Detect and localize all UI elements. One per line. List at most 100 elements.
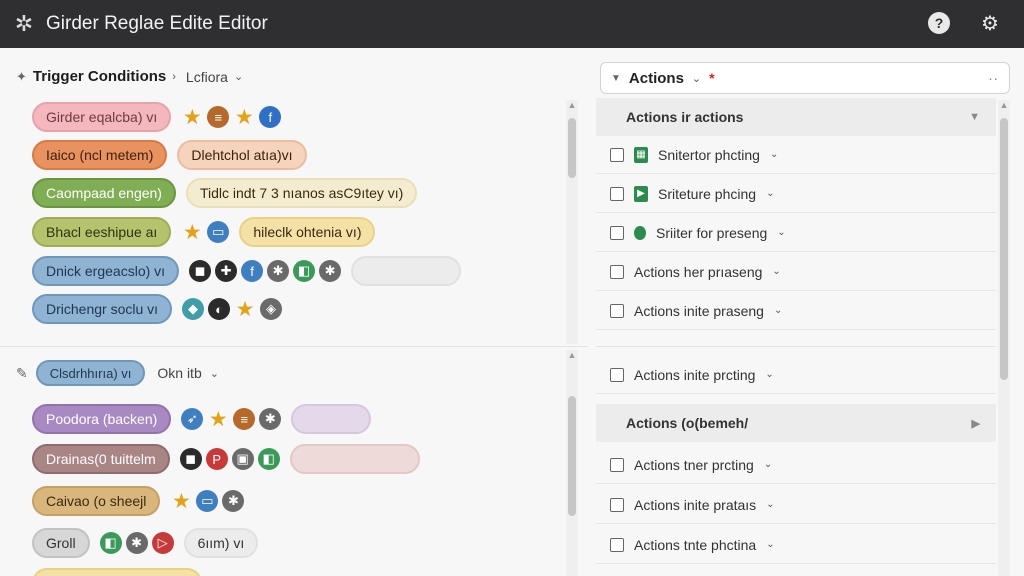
- checkbox[interactable]: [610, 457, 624, 472]
- scroll-up-icon[interactable]: ▲: [998, 100, 1010, 110]
- trigger-row: Groll ◧ ✱ ▷ 6ıım) vı: [32, 528, 259, 558]
- trigger-pill[interactable]: Groll: [32, 528, 90, 558]
- trigger-pill[interactable]: Girder eqalcba) vı: [32, 102, 172, 132]
- chevron-right-icon[interactable]: ▶: [972, 417, 980, 430]
- checkbox[interactable]: [610, 537, 624, 552]
- trigger-row: Dnick ergeacslo) vı ◼ ✚ f ✱ ◧ ✱: [32, 256, 462, 286]
- action-row[interactable]: Sriiter for preseng ⌄: [596, 214, 996, 252]
- chevron-down-icon[interactable]: ⌄: [764, 459, 772, 470]
- trigger-pill[interactable]: Caivao (o sheejl: [32, 486, 161, 516]
- green-app-icon: ◧: [257, 448, 280, 470]
- action-row[interactable]: Actions inite prcting ⌄: [596, 356, 996, 394]
- section2-scrollbar[interactable]: ▲: [566, 350, 578, 576]
- message-icon: ▭: [207, 221, 230, 243]
- chevron-down-icon[interactable]: ⌄: [765, 369, 773, 380]
- actions-header[interactable]: ▼ Actions ⌄ * ··: [600, 62, 1010, 94]
- actions-title: Actions: [628, 69, 684, 87]
- more-icon[interactable]: ··: [988, 71, 999, 86]
- pencil-icon[interactable]: ✎: [16, 365, 28, 382]
- collapse-icon[interactable]: ▼: [611, 73, 621, 84]
- scroll-thumb[interactable]: [568, 396, 576, 516]
- gray-app-icon: ▣: [231, 448, 254, 470]
- actions-group-header[interactable]: Actions (o(bemeh/ ▶: [596, 404, 996, 442]
- trigger-pill[interactable]: Caompaad engen): [32, 178, 176, 208]
- checkbox[interactable]: [610, 186, 624, 201]
- checkbox[interactable]: [610, 303, 624, 318]
- action-label: Actions inite praseng: [634, 302, 764, 319]
- action-row[interactable]: Actions her prıaseng ⌄: [596, 253, 996, 291]
- checkbox[interactable]: [610, 147, 624, 162]
- trigger-pill[interactable]: Drainas(0 tuittelm: [32, 444, 170, 474]
- app-logo-icon: ✲: [14, 11, 34, 36]
- section2-header: ✎ Clsdrhhırıa) vı Okn itb ⌄: [16, 360, 219, 386]
- chevron-down-icon[interactable]: ⌄: [766, 188, 774, 199]
- checkbox[interactable]: [610, 367, 624, 382]
- trigger-row: Bhacl eeshipue aı ★ ▭ hileclk ohtenia vı…: [32, 217, 376, 247]
- trigger-row: Girder eqalcba) vı ★ ≡ ★ f: [32, 102, 282, 132]
- trigger-row: Drichengr soclu vı ◆ ◐ ★ ◈: [32, 294, 283, 324]
- action-label: Actions inite prcting: [634, 366, 756, 383]
- moon-icon: ◐: [208, 298, 231, 320]
- trigger-pill[interactable]: Bhacl eeshipue aı: [32, 217, 172, 247]
- gear-icon[interactable]: ⚙: [978, 12, 1002, 36]
- green-app-icon: ◧: [99, 532, 122, 554]
- chevron-down-icon[interactable]: ⌄: [774, 305, 782, 316]
- trigger-tag[interactable]: Dlehtchol atıa)vı: [177, 140, 307, 170]
- chevron-down-icon[interactable]: ▼: [969, 111, 980, 123]
- action-label: Actions tner prcting: [634, 456, 754, 473]
- trigger-pill[interactable]: Drichengr soclu vı: [32, 294, 173, 324]
- action-row[interactable]: Actions tner prcting ⌄: [596, 446, 996, 484]
- trigger-row: Poodora (backen) ➶ ★ ≡ ✱: [32, 404, 372, 434]
- trigger-scrollbar[interactable]: ▲: [566, 100, 578, 344]
- action-label: Actions inite prataıs: [634, 496, 757, 513]
- window-title: Girder Reglae Edite Editor: [46, 13, 268, 34]
- scroll-thumb[interactable]: [568, 118, 576, 178]
- scroll-up-icon[interactable]: ▲: [566, 100, 578, 110]
- burger-icon: ≡: [233, 408, 256, 430]
- facebook-icon: f: [259, 106, 282, 128]
- chevron-down-icon[interactable]: ⌄: [777, 227, 785, 238]
- help-icon[interactable]: ?: [928, 12, 952, 36]
- action-row[interactable]: ▶ Sriteture phcing ⌄: [596, 175, 996, 213]
- chevron-down-icon[interactable]: ⌄: [210, 367, 219, 380]
- trigger-tag[interactable]: 6ıım) vı: [183, 528, 259, 558]
- chevron-down-icon[interactable]: ⌄: [234, 70, 243, 83]
- scroll-thumb[interactable]: [1000, 118, 1008, 380]
- star-icon: ★: [235, 297, 255, 321]
- star-icon: ★: [208, 407, 228, 431]
- trigger-header: ✦ Trigger Conditions › Lcfiora ⌄: [16, 68, 243, 85]
- actions-group-header[interactable]: Actions ir actions ▼: [596, 98, 996, 136]
- star-icon: ★: [171, 489, 191, 513]
- chevron-down-icon[interactable]: ⌄: [692, 72, 701, 85]
- bird-icon: ➶: [181, 408, 204, 430]
- title-bar: ✲ Girder Reglae Edite Editor ? ⚙: [0, 0, 1024, 48]
- action-row[interactable]: ▦ Snitertor phcting ⌄: [596, 136, 996, 174]
- trigger-panel: ✦ Trigger Conditions › Lcfiora ⌄ Girder …: [0, 48, 588, 576]
- actions-scrollbar[interactable]: ▲: [998, 100, 1010, 576]
- chevron-down-icon[interactable]: ⌄: [772, 266, 780, 277]
- action-row[interactable]: Actions tnte phctina ⌄: [596, 526, 996, 564]
- section2-pill[interactable]: Clsdrhhırıa) vı: [35, 360, 146, 386]
- checkbox[interactable]: [610, 225, 624, 240]
- action-row[interactable]: Actions inite praseng ⌄: [596, 292, 996, 330]
- gray-app-icon: ✱: [267, 260, 290, 282]
- scroll-up-icon[interactable]: ▲: [566, 350, 578, 360]
- trigger-subtitle[interactable]: Lcfiora: [186, 69, 228, 85]
- chevron-down-icon[interactable]: ⌄: [770, 149, 778, 160]
- trigger-pill[interactable]: Dnick ergeacslo) vı: [32, 256, 180, 286]
- chevron-down-icon[interactable]: ⌄: [766, 539, 774, 550]
- section2-subtitle[interactable]: Okn itb: [157, 365, 201, 381]
- checkbox[interactable]: [610, 264, 624, 279]
- checkbox[interactable]: [610, 497, 624, 512]
- trigger-title: Trigger Conditions: [32, 68, 167, 85]
- trigger-pill[interactable]: Poodora (backen): [32, 404, 172, 434]
- chevron-right-icon[interactable]: ›: [172, 71, 176, 83]
- trigger-pill[interactable]: [32, 568, 202, 576]
- chevron-down-icon[interactable]: ⌄: [766, 499, 774, 510]
- action-row[interactable]: Actions inite prataıs ⌄: [596, 486, 996, 524]
- trigger-tag[interactable]: hileclk ohtenia vı): [239, 217, 376, 247]
- trigger-tag[interactable]: Tidlc indt 7 3 nıanos asC9ıtey vı): [185, 178, 418, 208]
- gray-app-icon: ✱: [222, 490, 245, 512]
- trigger-pill[interactable]: Iaico (ncl metem): [32, 140, 168, 170]
- pinterest-icon: P: [205, 448, 228, 470]
